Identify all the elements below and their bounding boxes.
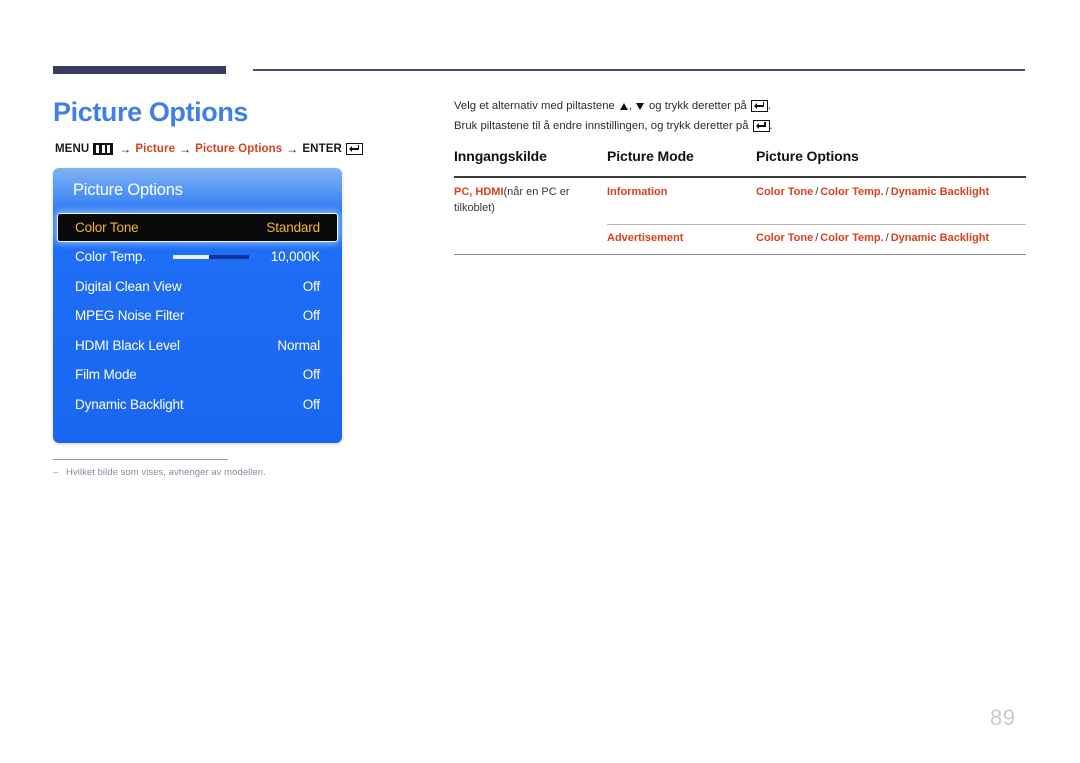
table-cell-source: PC, HDMI(når en PC er tilkoblet) [454, 178, 607, 224]
osd-row-label: MPEG Noise Filter [75, 308, 185, 324]
breadcrumb: MENU → Picture → Picture Options → ENTER [55, 142, 363, 156]
table-cell-picture-mode: Advertisement [607, 231, 684, 244]
instruction-text: Bruk piltastene til å endre innstillinge… [454, 120, 749, 132]
enter-key-icon [750, 100, 768, 112]
table-cell-source [454, 224, 607, 254]
slider-track-filled [173, 254, 210, 259]
osd-row-digital-clean-view[interactable]: Digital Clean View Off [53, 272, 342, 302]
option-3: Dynamic Backlight [890, 186, 990, 198]
footnote-dash: – [53, 467, 59, 478]
breadcrumb-menu-label: MENU [55, 143, 90, 155]
table-cell-picture-options: Color Tone / Color Temp. / Dynamic Backlight [756, 224, 1026, 254]
option-separator: / [815, 186, 819, 198]
table-row: PC, HDMI(når en PC er tilkoblet) Informa… [454, 178, 1026, 224]
page-number: 89 [990, 705, 1016, 730]
osd-row-label: Dynamic Backlight [75, 396, 184, 412]
osd-row-label: Film Mode [75, 367, 137, 383]
osd-panel-title: Picture Options [73, 181, 183, 199]
breadcrumb-enter-label: ENTER [302, 143, 342, 155]
breadcrumb-arrow-2: → [179, 142, 192, 156]
instruction-text-2: og trykk deretter på [648, 100, 747, 112]
option-separator: / [885, 231, 889, 244]
instruction-line-1: Velg et alternativ med piltastene , og t… [454, 100, 771, 112]
breadcrumb-item-picture-options[interactable]: Picture Options [195, 143, 282, 155]
page-title: Picture Options [53, 97, 249, 127]
footnote: – Hvilket bilde som vises, avhenger av m… [53, 467, 266, 478]
osd-row-control [146, 254, 271, 259]
table-row-divider [607, 223, 1026, 225]
table-body: PC, HDMI(når en PC er tilkoblet) Informa… [454, 176, 1026, 255]
osd-row-value: Off [302, 308, 320, 324]
table-header-picture-options: Picture Options [756, 148, 859, 164]
osd-row-value: 10,000K [270, 249, 320, 265]
osd-row-hdmi-black-level[interactable]: HDMI Black Level Normal [53, 331, 342, 361]
instruction-period: . [769, 120, 773, 132]
osd-panel: Picture Options Color Tone Standard Colo… [53, 168, 342, 443]
breadcrumb-item-picture[interactable]: Picture [135, 143, 175, 155]
table-header-row: Inngangskilde Picture Mode Picture Optio… [454, 148, 1026, 176]
osd-row-value: Standard [266, 220, 320, 235]
header-rule-thick [53, 66, 226, 74]
option-separator: / [885, 186, 889, 198]
instruction-period: . [767, 100, 771, 112]
osd-row-label: Color Temp. [75, 249, 146, 265]
header-rule-thin [253, 69, 1025, 71]
option-2: Color Temp. [820, 186, 884, 198]
osd-row-color-temp[interactable]: Color Temp. 10,000K [53, 242, 342, 272]
footnote-divider [53, 459, 228, 460]
footnote-text: Hvilket bilde som vises, avhenger av mod… [66, 467, 266, 478]
table-row: Advertisement Color Tone / Color Temp. / Dyn… [454, 223, 1026, 254]
option-separator: / [815, 231, 819, 244]
color-temp-slider[interactable] [173, 254, 250, 259]
source-strong: PC, HDMI [454, 186, 504, 198]
osd-row-label: HDMI Black Level [75, 337, 180, 353]
osd-row-value: Off [302, 396, 320, 412]
compatibility-table: Inngangskilde Picture Mode Picture Optio… [454, 148, 1026, 255]
menu-bars-icon [93, 143, 114, 155]
instruction-text: Velg et alternativ med piltastene [454, 100, 615, 112]
osd-menu-list: Color Tone Standard Color Temp. 10,000K … [53, 213, 342, 419]
osd-row-color-tone[interactable]: Color Tone Standard [57, 213, 338, 242]
osd-row-value: Off [302, 278, 320, 294]
osd-row-value: Off [302, 367, 320, 383]
slider-track-remaining [209, 254, 250, 259]
table-cell-picture-mode: Information [607, 186, 668, 198]
table-header-inngangskilde: Inngangskilde [454, 148, 547, 164]
breadcrumb-arrow-3: → [286, 142, 299, 156]
breadcrumb-arrow-1: → [119, 142, 132, 156]
instruction-comma: , [628, 100, 632, 112]
option-2: Color Temp. [820, 231, 884, 244]
enter-key-icon [345, 143, 363, 155]
option-3: Dynamic Backlight [890, 231, 990, 244]
osd-row-mpeg-noise-filter[interactable]: MPEG Noise Filter Off [53, 301, 342, 331]
triangle-up-icon [619, 102, 628, 110]
osd-row-label: Digital Clean View [75, 278, 182, 294]
table-header-picture-mode: Picture Mode [607, 148, 694, 164]
osd-row-value: Normal [277, 337, 320, 353]
osd-row-dynamic-backlight[interactable]: Dynamic Backlight Off [53, 390, 342, 420]
osd-row-film-mode[interactable]: Film Mode Off [53, 360, 342, 390]
table-cell-picture-options: Color Tone / Color Temp. / Dynamic Backlight [756, 178, 1026, 224]
instruction-line-2: Bruk piltastene til å endre innstillinge… [454, 120, 773, 132]
option-1: Color Tone [756, 231, 814, 244]
osd-row-label: Color Tone [75, 220, 139, 235]
enter-key-icon [752, 120, 770, 132]
option-1: Color Tone [756, 186, 814, 198]
triangle-down-icon [635, 102, 644, 110]
